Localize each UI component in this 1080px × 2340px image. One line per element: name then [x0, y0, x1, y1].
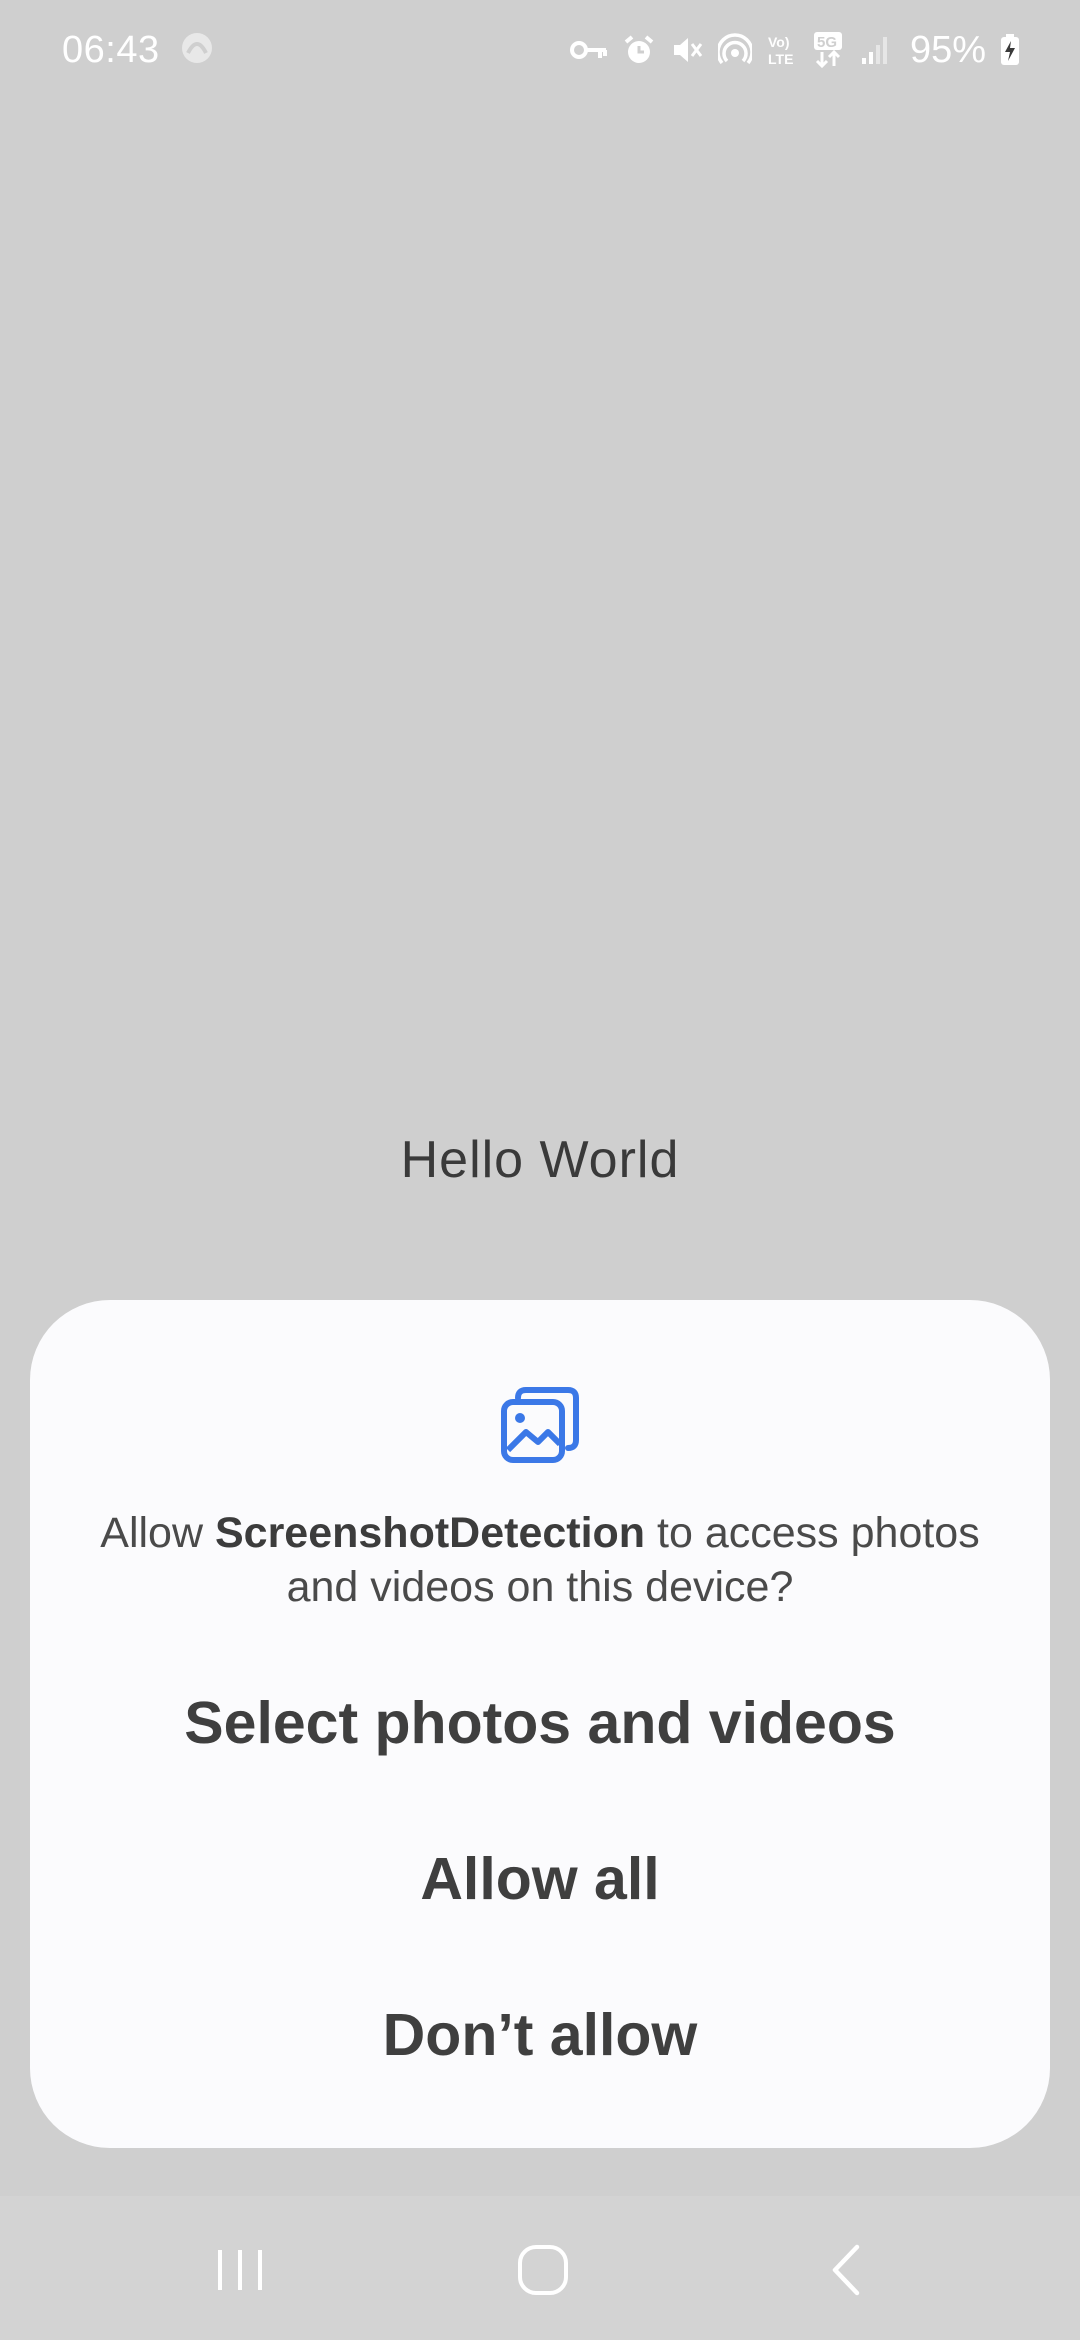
svg-text:LTE: LTE: [768, 51, 793, 67]
recents-button[interactable]: [180, 2232, 300, 2312]
app-name: ScreenshotDetection: [214, 1509, 646, 1557]
signal-icon: [860, 34, 890, 66]
back-icon: [827, 2243, 867, 2302]
home-button[interactable]: [483, 2232, 603, 2312]
dialog-message: Allow ScreenshotDetection to access phot…: [90, 1506, 990, 1614]
svg-text:5G: 5G: [817, 34, 837, 51]
status-bar: 06:43 Vo) LTE 5G 95%: [0, 0, 1080, 100]
dont-allow-button[interactable]: Don’t allow: [70, 1975, 1010, 2095]
sync-icon: [180, 31, 214, 70]
vpn-key-icon: [569, 38, 608, 62]
photo-library-icon: [500, 1384, 580, 1469]
battery-percent: 95%: [909, 28, 986, 71]
home-icon: [516, 2243, 570, 2302]
allow-all-button[interactable]: Allow all: [70, 1819, 1010, 1939]
status-time: 06:43: [62, 28, 160, 71]
svg-text:Vo): Vo): [768, 34, 790, 50]
volte-icon: Vo) LTE: [766, 32, 798, 68]
hotspot-icon: [717, 33, 752, 67]
alarm-icon: [622, 33, 656, 67]
permission-dialog: Allow ScreenshotDetection to access phot…: [30, 1300, 1050, 2148]
status-right: Vo) LTE 5G 95%: [569, 28, 1020, 72]
select-photos-button[interactable]: Select photos and videos: [70, 1663, 1010, 1783]
mute-icon: [670, 33, 704, 67]
recents-icon: [215, 2245, 265, 2300]
back-button[interactable]: [787, 2232, 907, 2312]
5g-data-icon: 5G: [812, 30, 846, 70]
battery-charging-icon: [1000, 34, 1020, 66]
dialog-icon-wrap: [30, 1384, 1050, 1469]
navigation-bar: [0, 2196, 1080, 2340]
hello-world-text: Hello World: [400, 1131, 680, 1189]
status-left: 06:43: [62, 29, 214, 72]
message-prefix: Allow: [100, 1509, 215, 1557]
